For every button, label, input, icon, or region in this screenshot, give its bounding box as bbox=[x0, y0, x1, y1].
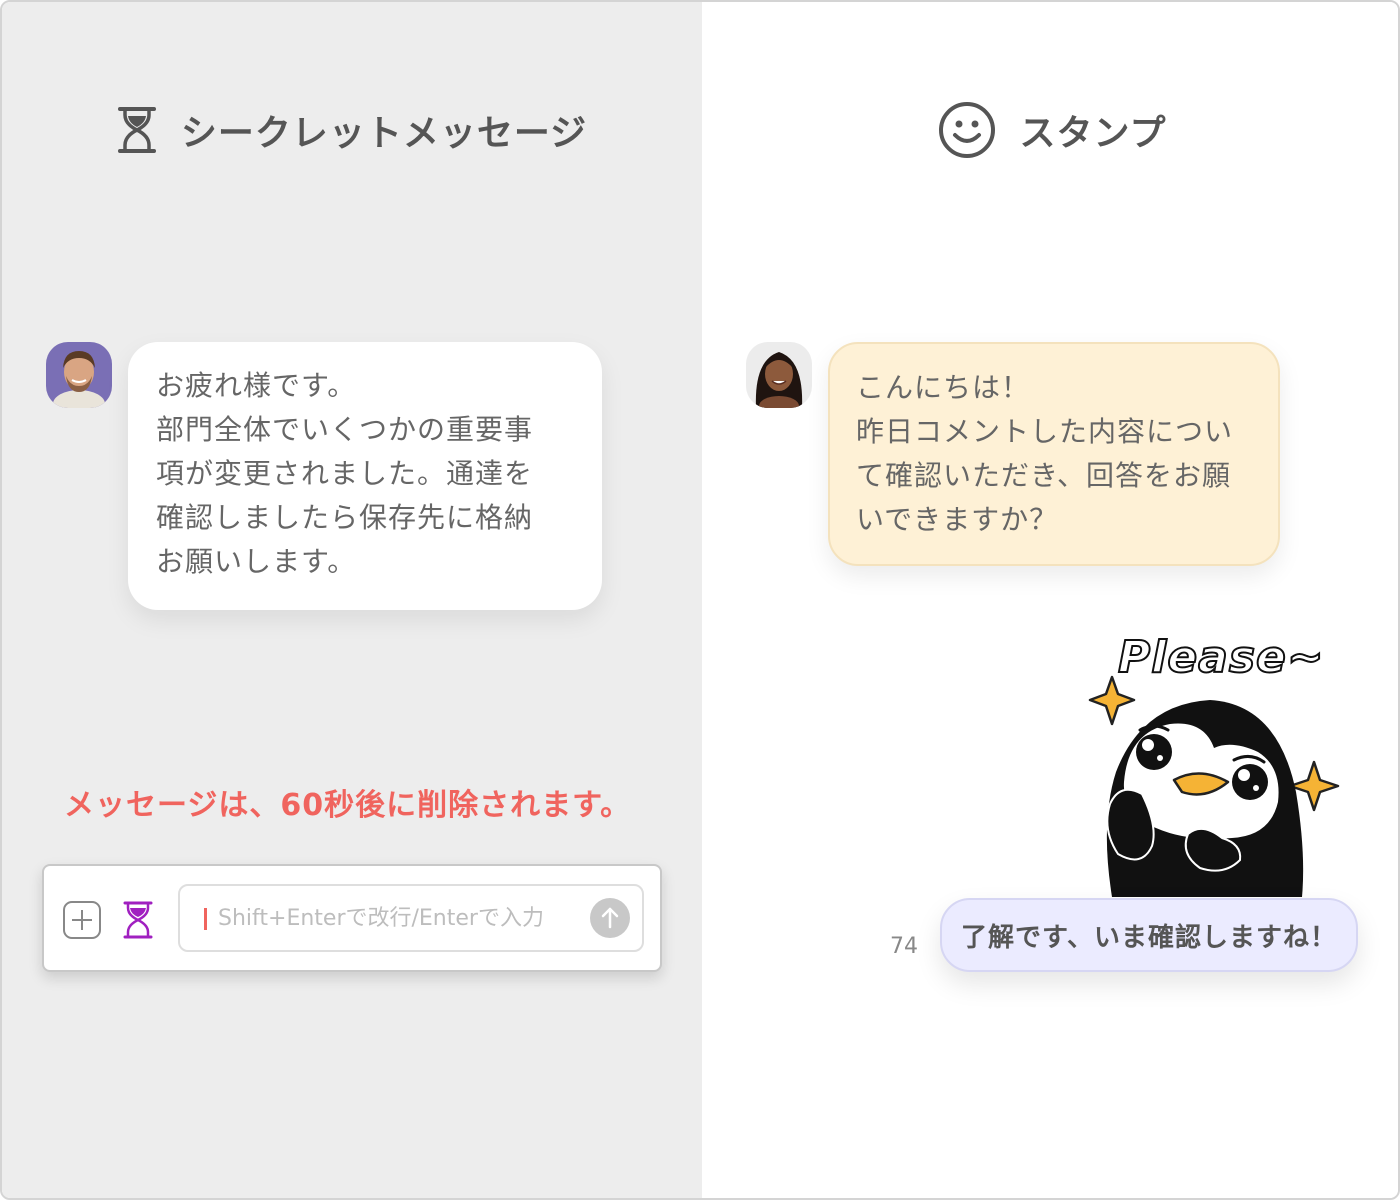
male-user-avatar[interactable] bbox=[46, 342, 112, 408]
secret-message-bubble: お疲れ様です。 部門全体でいくつかの重要事 項が変更されました。通達を 確認しま… bbox=[128, 342, 602, 610]
hourglass-icon bbox=[117, 106, 157, 154]
reply-bubble: 了解です、いま確認しますね！ bbox=[940, 898, 1358, 972]
message-line: 確認しましたら保存先に格納 bbox=[156, 501, 534, 534]
text-caret bbox=[204, 908, 207, 930]
app-frame: シークレットメッセージ お疲れ様です。 部門全体でいくつかの重要事 項が変更され… bbox=[0, 0, 1400, 1200]
female-user-avatar[interactable] bbox=[746, 342, 812, 408]
message-line: こんにちは！ bbox=[856, 371, 1031, 404]
panel-title: シークレットメッセージ bbox=[180, 113, 588, 154]
secret-mode-hourglass-icon[interactable] bbox=[120, 900, 156, 940]
message-line: お願いします。 bbox=[156, 545, 357, 578]
secret-message-header: シークレットメッセージ bbox=[2, 98, 702, 162]
send-button[interactable] bbox=[590, 898, 630, 938]
sticker-panel: スタンプ こんにちは！ 昨日コメントした内容につい て確認いただき、回答をお願 … bbox=[702, 2, 1398, 1198]
incoming-message-bubble: こんにちは！ 昨日コメントした内容につい て確認いただき、回答をお願 いできます… bbox=[828, 342, 1280, 566]
message-line: お疲れ様です。 bbox=[156, 369, 357, 402]
reply-text: 了解です、いま確認しますね！ bbox=[961, 922, 1337, 953]
smiley-icon bbox=[938, 101, 996, 159]
message-line: いできますか？ bbox=[856, 503, 1059, 536]
panel-title: スタンプ bbox=[1019, 113, 1167, 154]
message-line: 部門全体でいくつかの重要事 bbox=[156, 413, 534, 446]
penguin-sticker[interactable]: Please~ bbox=[1082, 631, 1342, 902]
sticker-header: スタンプ bbox=[702, 98, 1398, 162]
plus-icon[interactable] bbox=[62, 900, 102, 940]
read-count: 74 bbox=[890, 934, 918, 959]
message-line: 昨日コメントした内容につい bbox=[856, 415, 1234, 448]
message-input[interactable] bbox=[218, 896, 578, 940]
message-composer bbox=[42, 864, 662, 972]
message-line: 項が変更されました。通達を bbox=[156, 457, 534, 490]
secret-message-panel: シークレットメッセージ お疲れ様です。 部門全体でいくつかの重要事 項が変更され… bbox=[2, 2, 702, 1198]
arrow-up-icon bbox=[601, 907, 619, 929]
message-line: て確認いただき、回答をお願 bbox=[856, 459, 1232, 492]
deletion-notice: メッセージは、60秒後に削除されます。 bbox=[64, 788, 632, 823]
sticker-caption: Please~ bbox=[1117, 631, 1325, 684]
message-input-box bbox=[178, 884, 644, 952]
